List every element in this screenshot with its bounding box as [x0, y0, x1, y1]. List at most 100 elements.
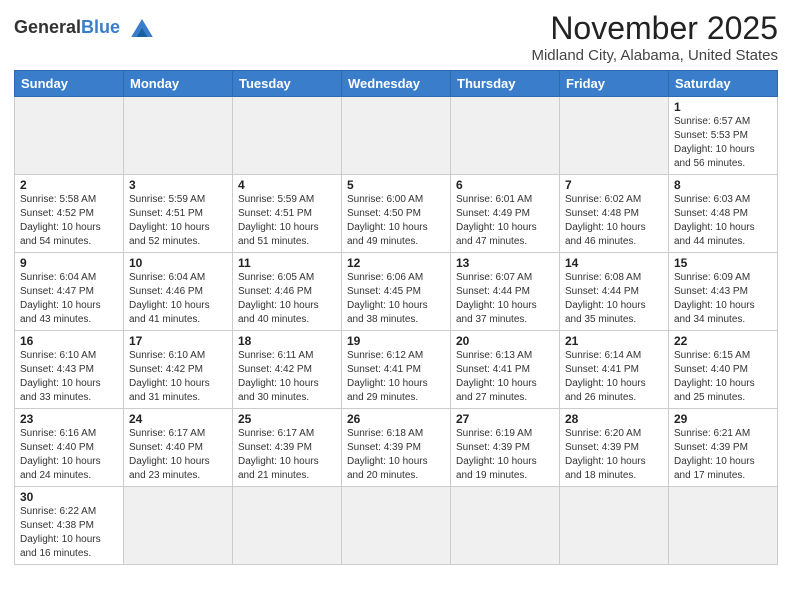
- day-info: Sunrise: 6:08 AMSunset: 4:44 PMDaylight:…: [565, 271, 663, 327]
- day-info: Sunrise: 6:05 AMSunset: 4:46 PMDaylight:…: [238, 271, 336, 327]
- calendar-cell: 16Sunrise: 6:10 AMSunset: 4:43 PMDayligh…: [15, 331, 124, 409]
- weekday-header-row: SundayMondayTuesdayWednesdayThursdayFrid…: [15, 71, 778, 97]
- calendar-cell: 15Sunrise: 6:09 AMSunset: 4:43 PMDayligh…: [669, 253, 778, 331]
- day-info: Sunrise: 6:06 AMSunset: 4:45 PMDaylight:…: [347, 271, 445, 327]
- day-number: 26: [347, 412, 445, 426]
- week-row-3: 16Sunrise: 6:10 AMSunset: 4:43 PMDayligh…: [15, 331, 778, 409]
- day-info: Sunrise: 5:58 AMSunset: 4:52 PMDaylight:…: [20, 193, 118, 249]
- day-info: Sunrise: 6:07 AMSunset: 4:44 PMDaylight:…: [456, 271, 554, 327]
- logo-icon: [124, 10, 160, 46]
- day-info: Sunrise: 6:17 AMSunset: 4:40 PMDaylight:…: [129, 427, 227, 483]
- day-number: 14: [565, 256, 663, 270]
- day-info: Sunrise: 6:18 AMSunset: 4:39 PMDaylight:…: [347, 427, 445, 483]
- calendar-subtitle: Midland City, Alabama, United States: [531, 47, 778, 64]
- day-info: Sunrise: 6:57 AMSunset: 5:53 PMDaylight:…: [674, 115, 772, 171]
- weekday-header-friday: Friday: [560, 71, 669, 97]
- day-number: 12: [347, 256, 445, 270]
- calendar-cell: 2Sunrise: 5:58 AMSunset: 4:52 PMDaylight…: [15, 175, 124, 253]
- calendar-cell: 21Sunrise: 6:14 AMSunset: 4:41 PMDayligh…: [560, 331, 669, 409]
- day-number: 3: [129, 178, 227, 192]
- calendar-cell: [124, 97, 233, 175]
- day-info: Sunrise: 6:04 AMSunset: 4:47 PMDaylight:…: [20, 271, 118, 327]
- day-number: 6: [456, 178, 554, 192]
- calendar-cell: [233, 97, 342, 175]
- weekday-header-monday: Monday: [124, 71, 233, 97]
- week-row-1: 2Sunrise: 5:58 AMSunset: 4:52 PMDaylight…: [15, 175, 778, 253]
- day-number: 8: [674, 178, 772, 192]
- day-number: 29: [674, 412, 772, 426]
- logo-text: GeneralBlue: [14, 18, 120, 38]
- weekday-header-tuesday: Tuesday: [233, 71, 342, 97]
- calendar-table: SundayMondayTuesdayWednesdayThursdayFrid…: [14, 70, 778, 565]
- calendar-cell: 24Sunrise: 6:17 AMSunset: 4:40 PMDayligh…: [124, 409, 233, 487]
- calendar-cell: 30Sunrise: 6:22 AMSunset: 4:38 PMDayligh…: [15, 487, 124, 565]
- calendar-cell: 19Sunrise: 6:12 AMSunset: 4:41 PMDayligh…: [342, 331, 451, 409]
- logo-blue: Blue: [81, 17, 120, 37]
- day-number: 9: [20, 256, 118, 270]
- calendar-cell: 23Sunrise: 6:16 AMSunset: 4:40 PMDayligh…: [15, 409, 124, 487]
- calendar-cell: 22Sunrise: 6:15 AMSunset: 4:40 PMDayligh…: [669, 331, 778, 409]
- weekday-header-wednesday: Wednesday: [342, 71, 451, 97]
- day-number: 16: [20, 334, 118, 348]
- day-number: 18: [238, 334, 336, 348]
- calendar-cell: 20Sunrise: 6:13 AMSunset: 4:41 PMDayligh…: [451, 331, 560, 409]
- page: GeneralBlue November 2025 Midland City, …: [0, 0, 792, 612]
- day-number: 19: [347, 334, 445, 348]
- logo-general: General: [14, 17, 81, 37]
- day-info: Sunrise: 6:17 AMSunset: 4:39 PMDaylight:…: [238, 427, 336, 483]
- title-block: November 2025 Midland City, Alabama, Uni…: [531, 10, 778, 64]
- week-row-4: 23Sunrise: 6:16 AMSunset: 4:40 PMDayligh…: [15, 409, 778, 487]
- calendar-title: November 2025: [531, 10, 778, 47]
- day-number: 17: [129, 334, 227, 348]
- week-row-5: 30Sunrise: 6:22 AMSunset: 4:38 PMDayligh…: [15, 487, 778, 565]
- calendar-cell: 29Sunrise: 6:21 AMSunset: 4:39 PMDayligh…: [669, 409, 778, 487]
- calendar-cell: [560, 487, 669, 565]
- day-number: 22: [674, 334, 772, 348]
- day-info: Sunrise: 6:12 AMSunset: 4:41 PMDaylight:…: [347, 349, 445, 405]
- weekday-header-sunday: Sunday: [15, 71, 124, 97]
- calendar-cell: [15, 97, 124, 175]
- calendar-cell: 1Sunrise: 6:57 AMSunset: 5:53 PMDaylight…: [669, 97, 778, 175]
- day-info: Sunrise: 6:13 AMSunset: 4:41 PMDaylight:…: [456, 349, 554, 405]
- day-number: 13: [456, 256, 554, 270]
- week-row-0: 1Sunrise: 6:57 AMSunset: 5:53 PMDaylight…: [15, 97, 778, 175]
- day-info: Sunrise: 6:21 AMSunset: 4:39 PMDaylight:…: [674, 427, 772, 483]
- calendar-cell: 25Sunrise: 6:17 AMSunset: 4:39 PMDayligh…: [233, 409, 342, 487]
- day-number: 4: [238, 178, 336, 192]
- day-number: 11: [238, 256, 336, 270]
- day-number: 24: [129, 412, 227, 426]
- calendar-cell: [669, 487, 778, 565]
- day-info: Sunrise: 6:11 AMSunset: 4:42 PMDaylight:…: [238, 349, 336, 405]
- calendar-cell: [342, 97, 451, 175]
- day-info: Sunrise: 6:16 AMSunset: 4:40 PMDaylight:…: [20, 427, 118, 483]
- day-info: Sunrise: 6:19 AMSunset: 4:39 PMDaylight:…: [456, 427, 554, 483]
- day-info: Sunrise: 6:10 AMSunset: 4:42 PMDaylight:…: [129, 349, 227, 405]
- day-number: 15: [674, 256, 772, 270]
- day-number: 7: [565, 178, 663, 192]
- week-row-2: 9Sunrise: 6:04 AMSunset: 4:47 PMDaylight…: [15, 253, 778, 331]
- day-number: 30: [20, 490, 118, 504]
- day-number: 25: [238, 412, 336, 426]
- calendar-cell: [342, 487, 451, 565]
- calendar-cell: 18Sunrise: 6:11 AMSunset: 4:42 PMDayligh…: [233, 331, 342, 409]
- calendar-cell: 14Sunrise: 6:08 AMSunset: 4:44 PMDayligh…: [560, 253, 669, 331]
- calendar-cell: 26Sunrise: 6:18 AMSunset: 4:39 PMDayligh…: [342, 409, 451, 487]
- day-info: Sunrise: 6:20 AMSunset: 4:39 PMDaylight:…: [565, 427, 663, 483]
- calendar-cell: [560, 97, 669, 175]
- calendar-cell: 28Sunrise: 6:20 AMSunset: 4:39 PMDayligh…: [560, 409, 669, 487]
- day-info: Sunrise: 6:15 AMSunset: 4:40 PMDaylight:…: [674, 349, 772, 405]
- day-number: 28: [565, 412, 663, 426]
- day-info: Sunrise: 6:14 AMSunset: 4:41 PMDaylight:…: [565, 349, 663, 405]
- day-info: Sunrise: 6:10 AMSunset: 4:43 PMDaylight:…: [20, 349, 118, 405]
- calendar-cell: [124, 487, 233, 565]
- calendar-cell: 11Sunrise: 6:05 AMSunset: 4:46 PMDayligh…: [233, 253, 342, 331]
- day-number: 20: [456, 334, 554, 348]
- header: GeneralBlue November 2025 Midland City, …: [14, 10, 778, 64]
- day-info: Sunrise: 6:04 AMSunset: 4:46 PMDaylight:…: [129, 271, 227, 327]
- calendar-cell: 3Sunrise: 5:59 AMSunset: 4:51 PMDaylight…: [124, 175, 233, 253]
- day-number: 1: [674, 100, 772, 114]
- weekday-header-thursday: Thursday: [451, 71, 560, 97]
- calendar-cell: 5Sunrise: 6:00 AMSunset: 4:50 PMDaylight…: [342, 175, 451, 253]
- logo: GeneralBlue: [14, 10, 160, 46]
- calendar-cell: 12Sunrise: 6:06 AMSunset: 4:45 PMDayligh…: [342, 253, 451, 331]
